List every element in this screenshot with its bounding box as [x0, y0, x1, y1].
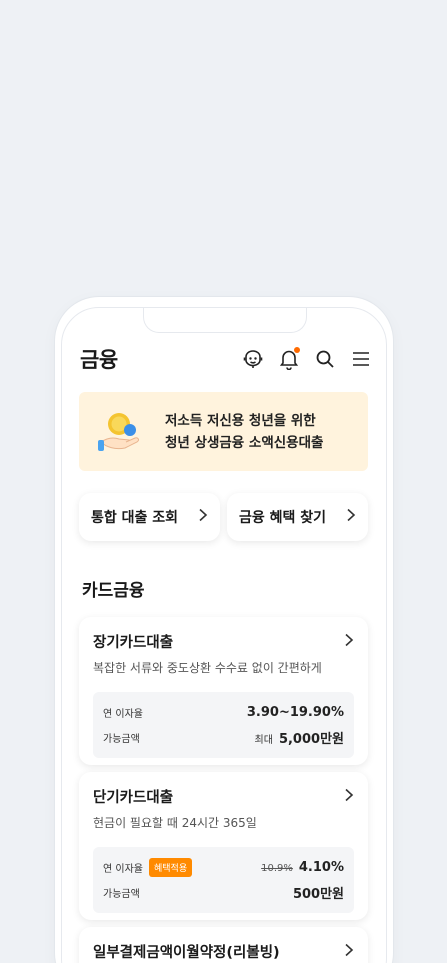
amount-prefix: 최대 [254, 735, 273, 746]
page-title: 금융 [80, 348, 118, 372]
rate-value: 3.90~19.90% [246, 705, 344, 720]
header-icons [242, 347, 372, 370]
rate-value: 10.9% 4.10% [261, 860, 344, 875]
product-card-revolving[interactable]: 일부결제금액이월약정(리볼빙) [79, 927, 368, 963]
amount-value: 500만원 [292, 887, 344, 902]
amount-number: 5,000만원 [278, 732, 344, 747]
old-rate: 10.9% [261, 863, 293, 874]
rate-box: 연 이자율 혜택적용 10.9% 4.10% 가능금액 500만원 [93, 847, 354, 913]
notification-dot [294, 347, 300, 353]
card-description: 현금이 필요할 때 24시간 365일 [93, 816, 257, 830]
card-header: 단기카드대출 [93, 786, 354, 807]
chevron-right-icon [344, 942, 354, 961]
rate-row: 연 이자율 3.90~19.90% [103, 700, 344, 725]
app-header: 금융 [80, 344, 372, 374]
chevron-right-icon [198, 508, 208, 526]
amount-label: 가능금액 [103, 889, 140, 900]
benefit-badge: 혜택적용 [148, 858, 193, 877]
card-title: 일부결제금액이월약정(리볼빙) [93, 945, 280, 961]
phone-notch [143, 308, 307, 333]
card-header: 장기카드대출 [93, 631, 354, 652]
card-header: 일부결제금액이월약정(리볼빙) [93, 941, 354, 962]
card-title: 장기카드대출 [93, 635, 174, 651]
banner-line1: 저소득 저신용 청년을 위한 [165, 412, 316, 429]
amount-label: 가능금액 [103, 734, 140, 745]
bell-icon[interactable] [278, 347, 300, 370]
new-rate: 4.10% [298, 860, 344, 875]
product-card-short-term-loan[interactable]: 단기카드대출 현금이 필요할 때 24시간 365일 연 이자율 혜택적용 10… [79, 772, 368, 920]
chevron-right-icon [344, 787, 354, 806]
amount-row: 가능금액 500만원 [103, 880, 344, 905]
section-title: 카드금융 [82, 581, 145, 601]
banner-text: 저소득 저신용 청년을 위한 청년 상생금융 소액신용대출 [165, 410, 323, 454]
menu-icon[interactable] [350, 348, 372, 370]
amount-row: 가능금액 최대 5,000만원 [103, 725, 344, 750]
chevron-right-icon [346, 508, 356, 526]
search-icon[interactable] [314, 348, 336, 370]
coin-hand-icon [97, 408, 145, 456]
finance-benefit-button[interactable]: 금융 혜택 찾기 [227, 493, 368, 541]
finance-benefit-label: 금융 혜택 찾기 [239, 510, 327, 526]
loan-lookup-button[interactable]: 통합 대출 조회 [79, 493, 220, 541]
banner-line2: 청년 상생금융 소액신용대출 [165, 434, 324, 451]
amount-value: 최대 5,000만원 [255, 728, 344, 747]
card-description: 복잡한 서류와 중도상환 수수료 없이 간편하게 [93, 661, 322, 675]
loan-lookup-label: 통합 대출 조회 [91, 510, 179, 526]
rate-row: 연 이자율 혜택적용 10.9% 4.10% [103, 855, 344, 880]
rate-label: 연 이자율 [103, 864, 143, 875]
rate-box: 연 이자율 3.90~19.90% 가능금액 최대 5,000만원 [93, 692, 354, 758]
product-card-long-term-loan[interactable]: 장기카드대출 복잡한 서류와 중도상환 수수료 없이 간편하게 연 이자율 3.… [79, 617, 368, 765]
phone-screen: 금융 저소득 저신용 청년을 위한 청년 상생금융 소액신용대출 통합 대출 조… [61, 307, 387, 963]
phone-frame: 금융 저소득 저신용 청년을 위한 청년 상생금융 소액신용대출 통합 대출 조… [55, 297, 393, 963]
chatbot-icon[interactable] [242, 348, 264, 370]
chevron-right-icon [344, 632, 354, 651]
rate-label: 연 이자율 [103, 709, 143, 720]
card-title: 단기카드대출 [93, 790, 174, 806]
promo-banner[interactable]: 저소득 저신용 청년을 위한 청년 상생금융 소액신용대출 [79, 392, 368, 471]
